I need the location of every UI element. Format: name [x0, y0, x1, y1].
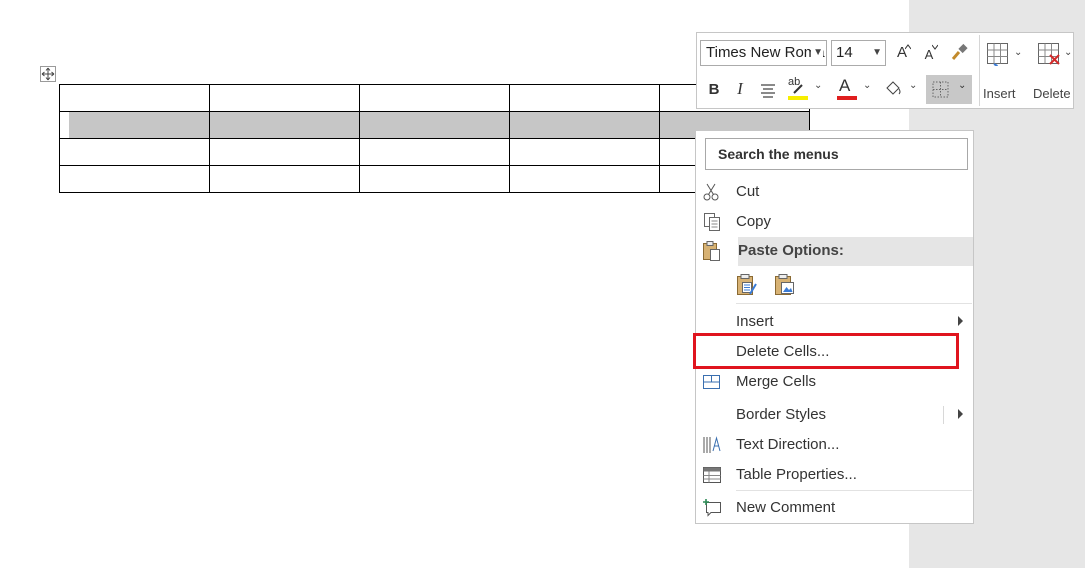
table-cell[interactable] — [209, 111, 360, 139]
search-placeholder: Search the menus — [718, 146, 839, 162]
format-painter-button[interactable] — [949, 43, 969, 63]
table-move-handle[interactable] — [40, 66, 56, 82]
menu-item-border-styles[interactable]: Border Styles — [696, 401, 973, 429]
menu-divider-vertical — [943, 406, 944, 424]
delete-table-icon — [1038, 43, 1060, 65]
chevron-down-icon[interactable]: ⌄ — [958, 80, 966, 91]
font-size-box[interactable]: 14 ▼ — [831, 40, 886, 66]
paste-options-header: Paste Options: — [738, 237, 973, 266]
chevron-down-icon[interactable]: ⌄ — [909, 80, 917, 91]
menu-item-label: New Comment — [736, 499, 836, 516]
bold-icon: B — [708, 81, 720, 98]
table-cell[interactable] — [509, 111, 660, 139]
toolbar-separator — [979, 35, 980, 106]
menu-item-copy[interactable]: Copy — [696, 208, 973, 236]
font-name-value: Times New Roma — [706, 44, 825, 61]
menu-item-merge-cells[interactable]: Merge Cells — [696, 368, 973, 396]
table-cell[interactable] — [359, 165, 510, 193]
delete-button[interactable]: ⌄ Delete — [1033, 39, 1073, 105]
table-cell[interactable] — [359, 111, 510, 139]
paste-picture-icon — [775, 274, 794, 295]
delete-label: Delete — [1033, 86, 1071, 101]
table-cell[interactable] — [209, 138, 360, 166]
menu-separator — [736, 490, 972, 491]
menu-item-table-properties[interactable]: Table Properties... — [696, 461, 973, 489]
menu-item-insert[interactable]: Insert — [696, 308, 973, 336]
chevron-down-icon[interactable]: ▼ — [870, 41, 882, 65]
text-direction-icon — [703, 436, 721, 453]
copy-icon — [704, 213, 720, 231]
menu-item-label: Merge Cells — [736, 373, 817, 390]
font-color-button[interactable]: A ⌄ — [835, 76, 873, 102]
table-cell[interactable] — [59, 111, 210, 139]
menu-item-label: Border Styles — [736, 406, 827, 423]
font-name-box[interactable]: Times New Roma ▼ — [700, 40, 827, 66]
annotation-highlight-box — [693, 333, 959, 369]
caret-up-icon — [905, 44, 911, 50]
chevron-down-icon[interactable]: ⌄ — [814, 80, 822, 91]
menu-item-label: Insert — [736, 313, 774, 330]
submenu-arrow-icon — [958, 316, 963, 326]
menu-item-label: Copy — [736, 213, 772, 230]
center-align-button[interactable] — [759, 82, 777, 98]
font-color-swatch — [837, 96, 857, 100]
menu-item-new-comment[interactable]: New Comment — [696, 494, 973, 522]
menu-item-label: Text Direction... — [736, 436, 840, 453]
font-color-icon: A — [839, 76, 851, 95]
paste-picture-button[interactable] — [772, 272, 798, 298]
bold-button[interactable]: B — [706, 79, 722, 101]
shrink-font-button[interactable]: A — [921, 44, 938, 64]
insert-button[interactable]: ⌄ Insert — [983, 39, 1027, 105]
new-comment-icon — [703, 499, 721, 517]
chevron-down-icon[interactable]: ⌄ — [1014, 47, 1022, 58]
table-cell[interactable] — [209, 165, 360, 193]
align-center-icon — [761, 84, 775, 98]
table-cell[interactable] — [509, 138, 660, 166]
table-cell[interactable] — [359, 138, 510, 166]
paste-keep-formatting-button[interactable] — [734, 272, 760, 298]
paint-bucket-icon — [886, 81, 901, 95]
table-cell[interactable] — [59, 138, 210, 166]
shading-button[interactable]: ⌄ — [883, 78, 919, 100]
format-painter-icon — [951, 43, 968, 60]
insert-table-icon — [987, 43, 1008, 66]
menu-separator — [736, 303, 972, 304]
insert-label: Insert — [983, 86, 1016, 101]
scissors-icon — [703, 183, 719, 201]
submenu-arrow-icon — [958, 409, 963, 419]
paste-icon — [703, 241, 720, 261]
table-cell[interactable] — [359, 84, 510, 112]
menu-item-cut[interactable]: Cut — [696, 178, 973, 206]
highlight-button[interactable]: ab ⌄ — [786, 76, 822, 102]
search-menus-input[interactable]: Search the menus — [705, 138, 968, 170]
table-cell[interactable] — [59, 165, 210, 193]
font-size-value: 14 — [836, 44, 853, 61]
chevron-down-icon[interactable]: ⌄ — [863, 80, 871, 91]
italic-icon: I — [737, 79, 743, 98]
context-menu: Search the menus Cut Copy Paste Options: — [695, 130, 974, 524]
table-cell[interactable] — [509, 84, 660, 112]
highlight-color-swatch — [788, 96, 808, 100]
pen-icon — [793, 84, 803, 94]
table-cell[interactable] — [509, 165, 660, 193]
paste-keep-formatting-icon — [737, 274, 757, 295]
paste-options-label: Paste Options: — [738, 242, 844, 259]
table-cell[interactable] — [59, 84, 210, 112]
chevron-down-icon[interactable]: ▼ — [811, 41, 823, 65]
borders-icon — [932, 81, 949, 98]
menu-item-label: Table Properties... — [736, 466, 857, 483]
chevron-down-icon[interactable]: ⌄ — [1064, 47, 1072, 58]
merge-cells-icon — [703, 375, 720, 389]
mini-toolbar: Times New Roma ▼ 14 ▼ A A ⌄ Insert ⌄ Del… — [696, 32, 1074, 109]
table-cell[interactable] — [209, 84, 360, 112]
italic-button[interactable]: I — [733, 79, 747, 101]
menu-item-text-direction[interactable]: Text Direction... — [696, 431, 973, 459]
menu-item-label: Cut — [736, 183, 760, 200]
move-arrows-icon — [41, 67, 55, 81]
grow-font-button[interactable]: A — [893, 42, 911, 64]
caret-down-icon — [932, 44, 938, 50]
borders-button[interactable]: ⌄ — [926, 75, 972, 104]
table-properties-icon — [703, 467, 721, 483]
